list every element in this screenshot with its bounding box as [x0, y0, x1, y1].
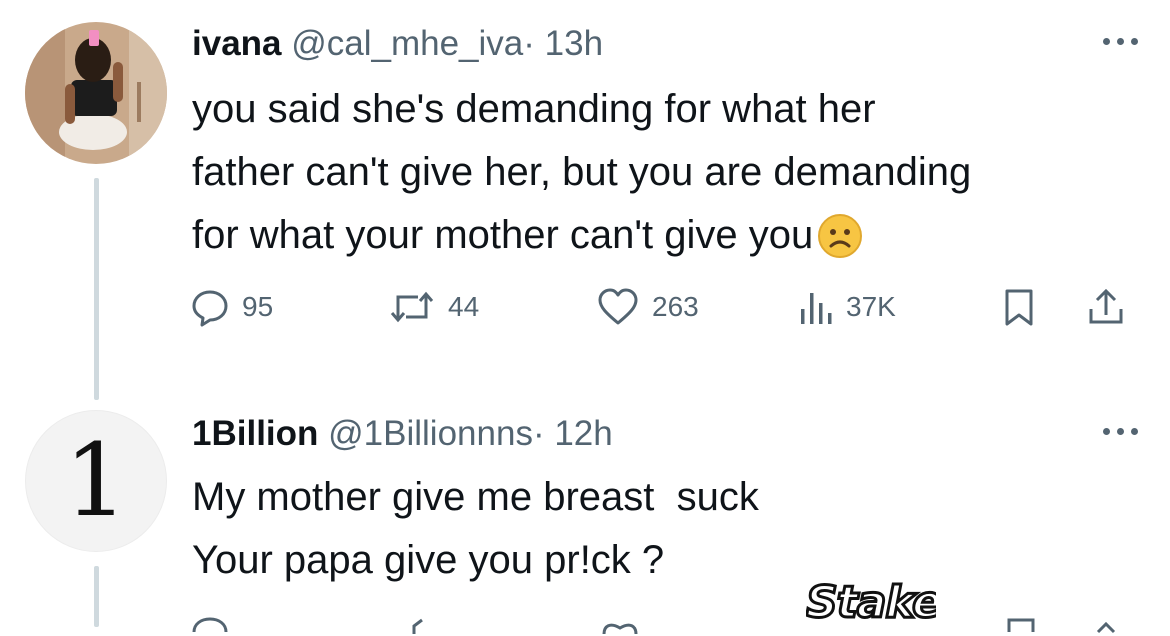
bookmark-button[interactable]	[1002, 284, 1036, 330]
stake-watermark-logo: Stake	[806, 577, 936, 627]
views-count: 37K	[846, 291, 896, 322]
thread-line-bottom	[94, 566, 99, 627]
tweet-actions: 95 44 263 37K	[190, 284, 1140, 330]
like-count: 263	[652, 291, 699, 322]
views-icon	[801, 293, 832, 324]
like-button[interactable]: 263	[596, 284, 699, 330]
watermark-text: Stake	[806, 577, 936, 627]
bookmark-icon	[1007, 618, 1035, 632]
reply-icon	[192, 617, 228, 633]
repost-count: 44	[448, 291, 480, 322]
avatar-1billion[interactable]: 1	[25, 410, 167, 552]
tweet-text-line: father can't give her, but you are deman…	[192, 150, 972, 194]
tweet-text-line: My mother give me breast suck	[192, 475, 759, 519]
share-icon	[1089, 288, 1123, 324]
avatar-letter: 1	[64, 422, 128, 539]
reply-count: 95	[242, 291, 274, 322]
tweet-timestamp[interactable]: 12h	[554, 414, 612, 453]
more-options-icon[interactable]	[1103, 38, 1138, 45]
author-handle[interactable]: @1Billionnns	[328, 414, 533, 453]
author-name[interactable]: ivana	[192, 24, 282, 63]
repost-button[interactable]: 44	[388, 284, 479, 330]
tweet-text-line: you said she's demanding for what her	[192, 87, 876, 131]
more-options-icon[interactable]	[1103, 428, 1138, 435]
header-separator: ·	[523, 24, 535, 63]
views-button[interactable]: 37K	[798, 284, 896, 330]
heart-icon	[598, 288, 638, 325]
tweet-header-ivana: ivana @cal_mhe_iva· 13h	[192, 24, 603, 64]
share-icon	[1096, 621, 1116, 634]
tweet-text-1billion: My mother give me breast suck Your papa …	[192, 466, 759, 592]
reply-icon	[192, 290, 228, 327]
bookmark-icon	[1005, 289, 1033, 326]
reply-button[interactable]: 95	[190, 284, 273, 330]
share-button[interactable]	[1086, 284, 1126, 330]
tweet-text-line: for what your mother can't give you	[192, 204, 971, 267]
avatar-ivana[interactable]	[25, 22, 167, 164]
repost-icon	[390, 291, 434, 323]
tweet-text-line: Your papa give you pr!ck ?	[192, 538, 665, 582]
heart-icon	[602, 623, 638, 635]
tweet-text-ivana: you said she's demanding for what her fa…	[192, 78, 971, 267]
author-handle[interactable]: @cal_mhe_iva	[291, 24, 523, 63]
tweet-header-1billion: 1Billion @1Billionnns· 12h	[192, 414, 613, 454]
thread-line-top	[94, 178, 99, 400]
tweet-actions-cropped	[190, 610, 1140, 635]
header-separator: ·	[532, 414, 545, 453]
repost-icon	[412, 618, 423, 634]
tweet-timestamp[interactable]: 13h	[545, 24, 603, 63]
frowning-face-icon	[818, 213, 863, 258]
author-name[interactable]: 1Billion	[192, 414, 318, 453]
